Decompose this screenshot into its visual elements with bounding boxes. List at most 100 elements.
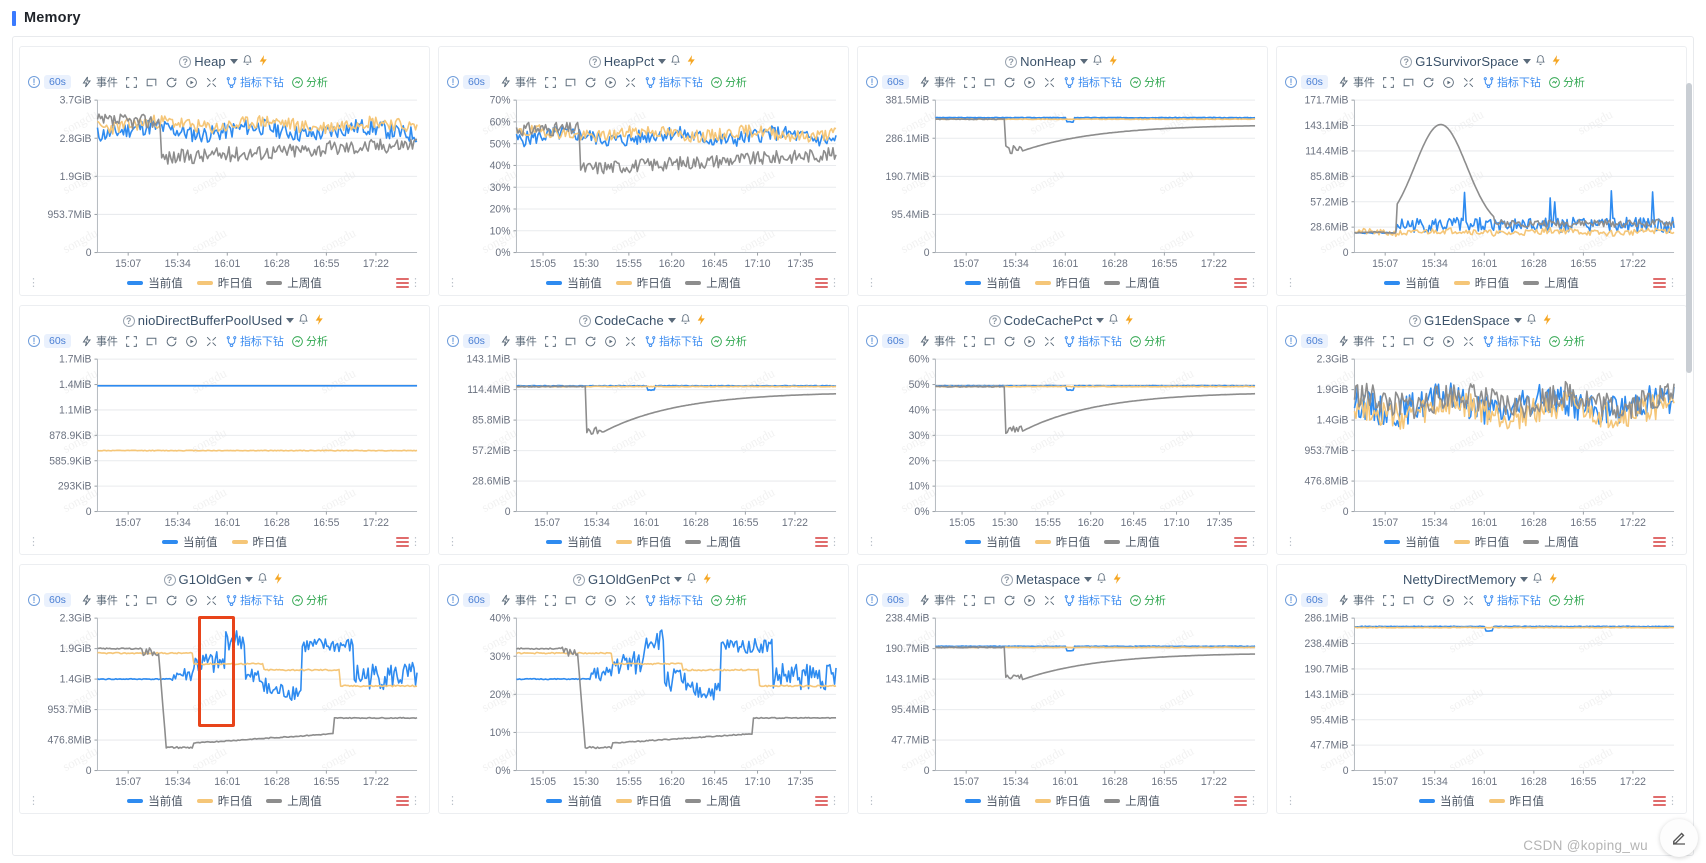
legend-item-yesterday[interactable]: 昨日值 <box>1034 793 1090 809</box>
more-options-icon[interactable]: ⋮ <box>1248 796 1259 807</box>
expand-button[interactable] <box>205 594 218 607</box>
refresh-button[interactable] <box>1003 594 1016 607</box>
chevron-down-icon[interactable] <box>1096 318 1105 323</box>
lightning-icon[interactable] <box>257 54 270 69</box>
fullscreen-button[interactable] <box>963 76 976 89</box>
lightning-icon[interactable] <box>685 54 698 69</box>
refresh-button[interactable] <box>1422 76 1435 89</box>
legend-list-icon[interactable] <box>1234 278 1247 288</box>
refresh-interval-pill[interactable]: 60s <box>882 593 909 607</box>
legend-list-icon[interactable] <box>396 278 409 288</box>
lightning-icon[interactable] <box>1123 313 1136 328</box>
expand-button[interactable] <box>624 76 637 89</box>
more-options-icon[interactable]: ⋮ <box>1667 278 1678 289</box>
metric-drilldown-button[interactable]: 指标下钻 <box>1482 74 1541 90</box>
lightning-icon[interactable] <box>1111 572 1124 587</box>
legend-item-current[interactable]: 当前值 <box>1384 275 1440 291</box>
refresh-button[interactable] <box>1003 76 1016 89</box>
analysis-button[interactable]: 分析 <box>710 592 747 608</box>
refresh-interval-pill[interactable]: 60s <box>1301 334 1328 348</box>
compare-button[interactable] <box>145 335 158 348</box>
clock-icon[interactable]: ! <box>28 76 40 88</box>
chevron-down-icon[interactable] <box>674 577 683 582</box>
refresh-interval-pill[interactable]: 60s <box>463 593 490 607</box>
fullscreen-button[interactable] <box>963 594 976 607</box>
legend-item-lastweek[interactable]: 上周值 <box>1523 275 1579 291</box>
help-icon[interactable]: ? <box>1409 314 1422 327</box>
analysis-button[interactable]: 分析 <box>1548 333 1585 349</box>
refresh-button[interactable] <box>1422 594 1435 607</box>
more-options-icon[interactable]: ⋮ <box>1248 537 1259 548</box>
metric-drilldown-button[interactable]: 指标下钻 <box>225 74 284 90</box>
metric-drilldown-button[interactable]: 指标下钻 <box>644 333 703 349</box>
metric-drilldown-button[interactable]: 指标下钻 <box>644 74 703 90</box>
compare-button[interactable] <box>564 594 577 607</box>
legend-item-current[interactable]: 当前值 <box>127 793 183 809</box>
clock-icon[interactable]: ! <box>447 335 459 347</box>
legend-item-yesterday[interactable]: 昨日值 <box>615 793 671 809</box>
metric-drilldown-button[interactable]: 指标下钻 <box>1063 592 1122 608</box>
refresh-interval-pill[interactable]: 60s <box>44 75 71 89</box>
refresh-button[interactable] <box>165 594 178 607</box>
drag-handle-icon[interactable]: ⋮ <box>28 537 39 548</box>
legend-item-current[interactable]: 当前值 <box>1384 534 1440 550</box>
fullscreen-button[interactable] <box>125 594 138 607</box>
legend-item-current[interactable]: 当前值 <box>162 534 218 550</box>
chevron-down-icon[interactable] <box>667 318 676 323</box>
refresh-interval-pill[interactable]: 60s <box>882 75 909 89</box>
expand-button[interactable] <box>1043 594 1056 607</box>
compare-button[interactable] <box>564 335 577 348</box>
legend-item-yesterday[interactable]: 昨日值 <box>1453 534 1509 550</box>
metric-drilldown-button[interactable]: 指标下钻 <box>1063 74 1122 90</box>
alert-bell-icon[interactable] <box>1525 313 1538 328</box>
alert-bell-icon[interactable] <box>1107 313 1120 328</box>
drag-handle-icon[interactable]: ⋮ <box>1285 278 1296 289</box>
events-button[interactable]: 事件 <box>1338 333 1375 349</box>
alert-bell-icon[interactable] <box>1091 54 1104 69</box>
legend-item-yesterday[interactable]: 昨日值 <box>1488 793 1544 809</box>
expand-button[interactable] <box>205 76 218 89</box>
metric-drilldown-button[interactable]: 指标下钻 <box>225 333 284 349</box>
chevron-down-icon[interactable] <box>286 318 295 323</box>
clock-icon[interactable]: ! <box>1285 76 1297 88</box>
legend-item-lastweek[interactable]: 上周值 <box>1104 793 1160 809</box>
help-icon[interactable]: ? <box>1000 573 1013 586</box>
chevron-down-icon[interactable] <box>245 577 254 582</box>
more-options-icon[interactable]: ⋮ <box>829 796 840 807</box>
fullscreen-button[interactable] <box>125 335 138 348</box>
legend-item-lastweek[interactable]: 上周值 <box>685 534 741 550</box>
play-button[interactable] <box>185 76 198 89</box>
plot-area[interactable]: songdu songdu songdu songdu songdu songdu song… <box>864 94 1261 273</box>
refresh-button[interactable] <box>1003 335 1016 348</box>
play-button[interactable] <box>1023 76 1036 89</box>
refresh-button[interactable] <box>1422 335 1435 348</box>
expand-button[interactable] <box>205 335 218 348</box>
expand-button[interactable] <box>1043 76 1056 89</box>
legend-item-yesterday[interactable]: 昨日值 <box>231 534 287 550</box>
refresh-button[interactable] <box>584 76 597 89</box>
fullscreen-button[interactable] <box>1382 76 1395 89</box>
plot-area[interactable]: songdu songdu songdu songdu songdu songdu song… <box>445 612 842 791</box>
legend-item-current[interactable]: 当前值 <box>965 793 1021 809</box>
compare-button[interactable] <box>564 76 577 89</box>
metric-drilldown-button[interactable]: 指标下钻 <box>1482 592 1541 608</box>
legend-item-lastweek[interactable]: 上周值 <box>1104 275 1160 291</box>
events-button[interactable]: 事件 <box>81 74 118 90</box>
vertical-scrollbar[interactable] <box>1686 83 1692 373</box>
legend-item-yesterday[interactable]: 昨日值 <box>615 534 671 550</box>
expand-button[interactable] <box>624 335 637 348</box>
expand-button[interactable] <box>1462 594 1475 607</box>
alert-bell-icon[interactable] <box>685 572 698 587</box>
drag-handle-icon[interactable]: ⋮ <box>28 796 39 807</box>
events-button[interactable]: 事件 <box>1338 592 1375 608</box>
plot-area[interactable]: songdu songdu songdu songdu songdu songdu song… <box>1283 353 1680 532</box>
metric-drilldown-button[interactable]: 指标下钻 <box>644 592 703 608</box>
events-button[interactable]: 事件 <box>500 333 537 349</box>
events-button[interactable]: 事件 <box>919 592 956 608</box>
legend-item-current[interactable]: 当前值 <box>965 534 1021 550</box>
help-icon[interactable]: ? <box>988 314 1001 327</box>
refresh-button[interactable] <box>165 335 178 348</box>
alert-bell-icon[interactable] <box>241 54 254 69</box>
play-button[interactable] <box>1023 335 1036 348</box>
plot-area[interactable]: songdu songdu songdu songdu songdu songdu song… <box>26 94 423 273</box>
